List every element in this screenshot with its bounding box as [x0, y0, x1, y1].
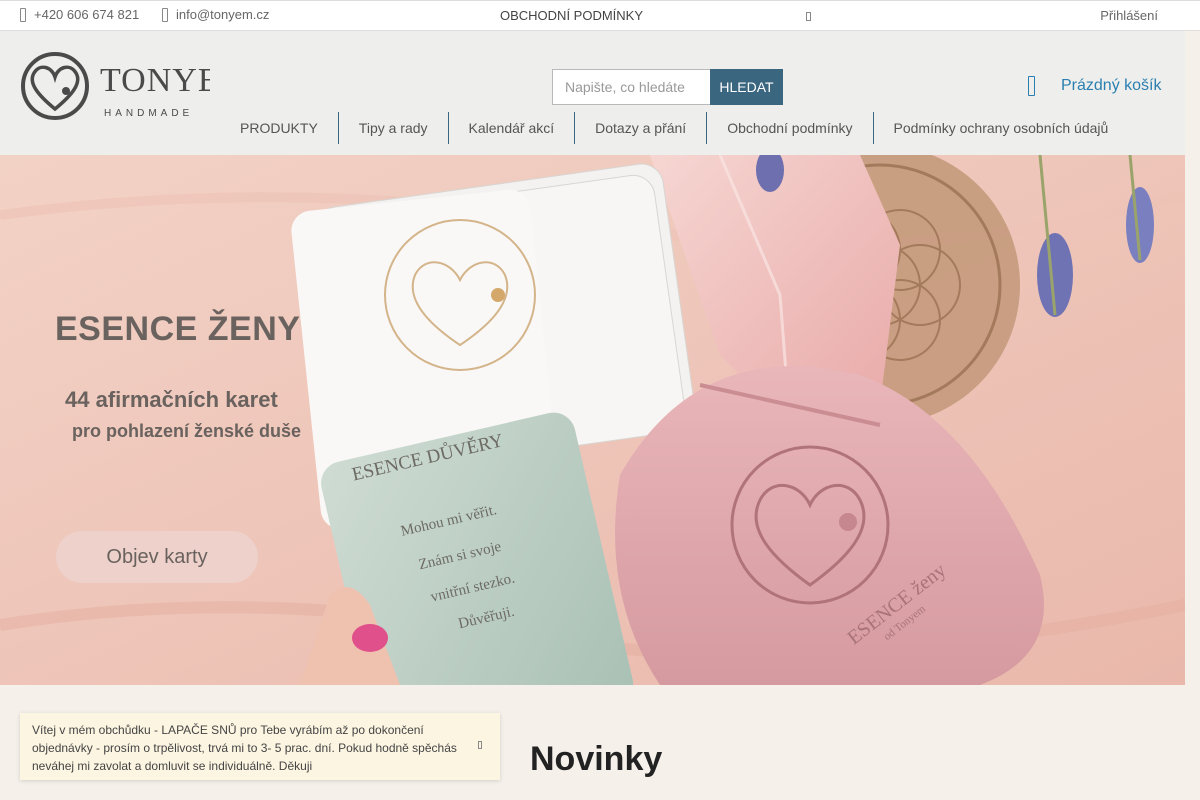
nav-item-produkty[interactable]: PRODUKTY [220, 112, 338, 144]
login-link[interactable]: Přihlášení [1100, 8, 1158, 23]
nav-item-obchodni-podminky[interactable]: Obchodní podmínky [706, 112, 872, 144]
phone-number[interactable]: +420 606 674 821 [34, 7, 139, 22]
main-nav: PRODUKTY Tipy a rady Kalendář akcí Dotaz… [220, 112, 1128, 144]
hero-subtitle: 44 afirmačních karet [65, 387, 278, 412]
terms-link[interactable]: OBCHODNÍ PODMÍNKY [500, 8, 643, 23]
search-button[interactable]: HLEDAT [710, 69, 783, 105]
logo-subtext: HANDMADE [104, 108, 193, 119]
nav-item-kalendar[interactable]: Kalendář akcí [447, 112, 575, 144]
notice-text: Vítej v mém obchůdku - LAPAČE SNŮ pro Te… [32, 723, 457, 773]
hero-image [0, 155, 1185, 685]
phone-contact[interactable]: +420 606 674 821 [20, 7, 139, 22]
section-title: Novinky [530, 740, 663, 778]
welcome-notice: Vítej v mém obchůdku - LAPAČE SNŮ pro Te… [20, 713, 500, 780]
nav-item-ochrana-udaju[interactable]: Podmínky ochrany osobních údajů [872, 112, 1129, 144]
cart-icon [1028, 76, 1035, 96]
close-icon[interactable] [478, 741, 482, 749]
hero-cta-button[interactable]: Objev karty [56, 531, 258, 583]
hero-subtitle-2: pro pohlazení ženské duše [72, 421, 302, 441]
search-input[interactable] [552, 69, 710, 105]
nav-item-dotazy[interactable]: Dotazy a přání [574, 112, 706, 144]
email-icon [162, 7, 168, 22]
logo-icon: TONYEM HANDMADE [21, 52, 250, 120]
cart-label[interactable]: Prázdný košík [1061, 77, 1161, 95]
site-header: TONYEM HANDMADE HLEDAT Prázdný košík PRO… [0, 31, 1185, 155]
hero-title: ESENCE ŽENY [55, 310, 301, 348]
cart-link[interactable]: Prázdný košík [1028, 76, 1161, 96]
logo-text: TONYEM [100, 62, 210, 99]
email-contact[interactable]: info@tonyem.cz [162, 7, 269, 22]
hero-banner[interactable]: ESENCE ŽENY 44 afirmačních karet pro poh… [0, 155, 1185, 685]
search-form: HLEDAT [552, 69, 783, 105]
site-logo[interactable]: TONYEM HANDMADE [20, 51, 250, 121]
top-bar: +420 606 674 821 info@tonyem.cz OBCHODNÍ… [0, 0, 1200, 31]
social-icon[interactable] [806, 12, 811, 21]
nav-item-tipy[interactable]: Tipy a rady [337, 112, 448, 144]
email-address[interactable]: info@tonyem.cz [176, 7, 269, 22]
phone-icon [20, 7, 26, 22]
